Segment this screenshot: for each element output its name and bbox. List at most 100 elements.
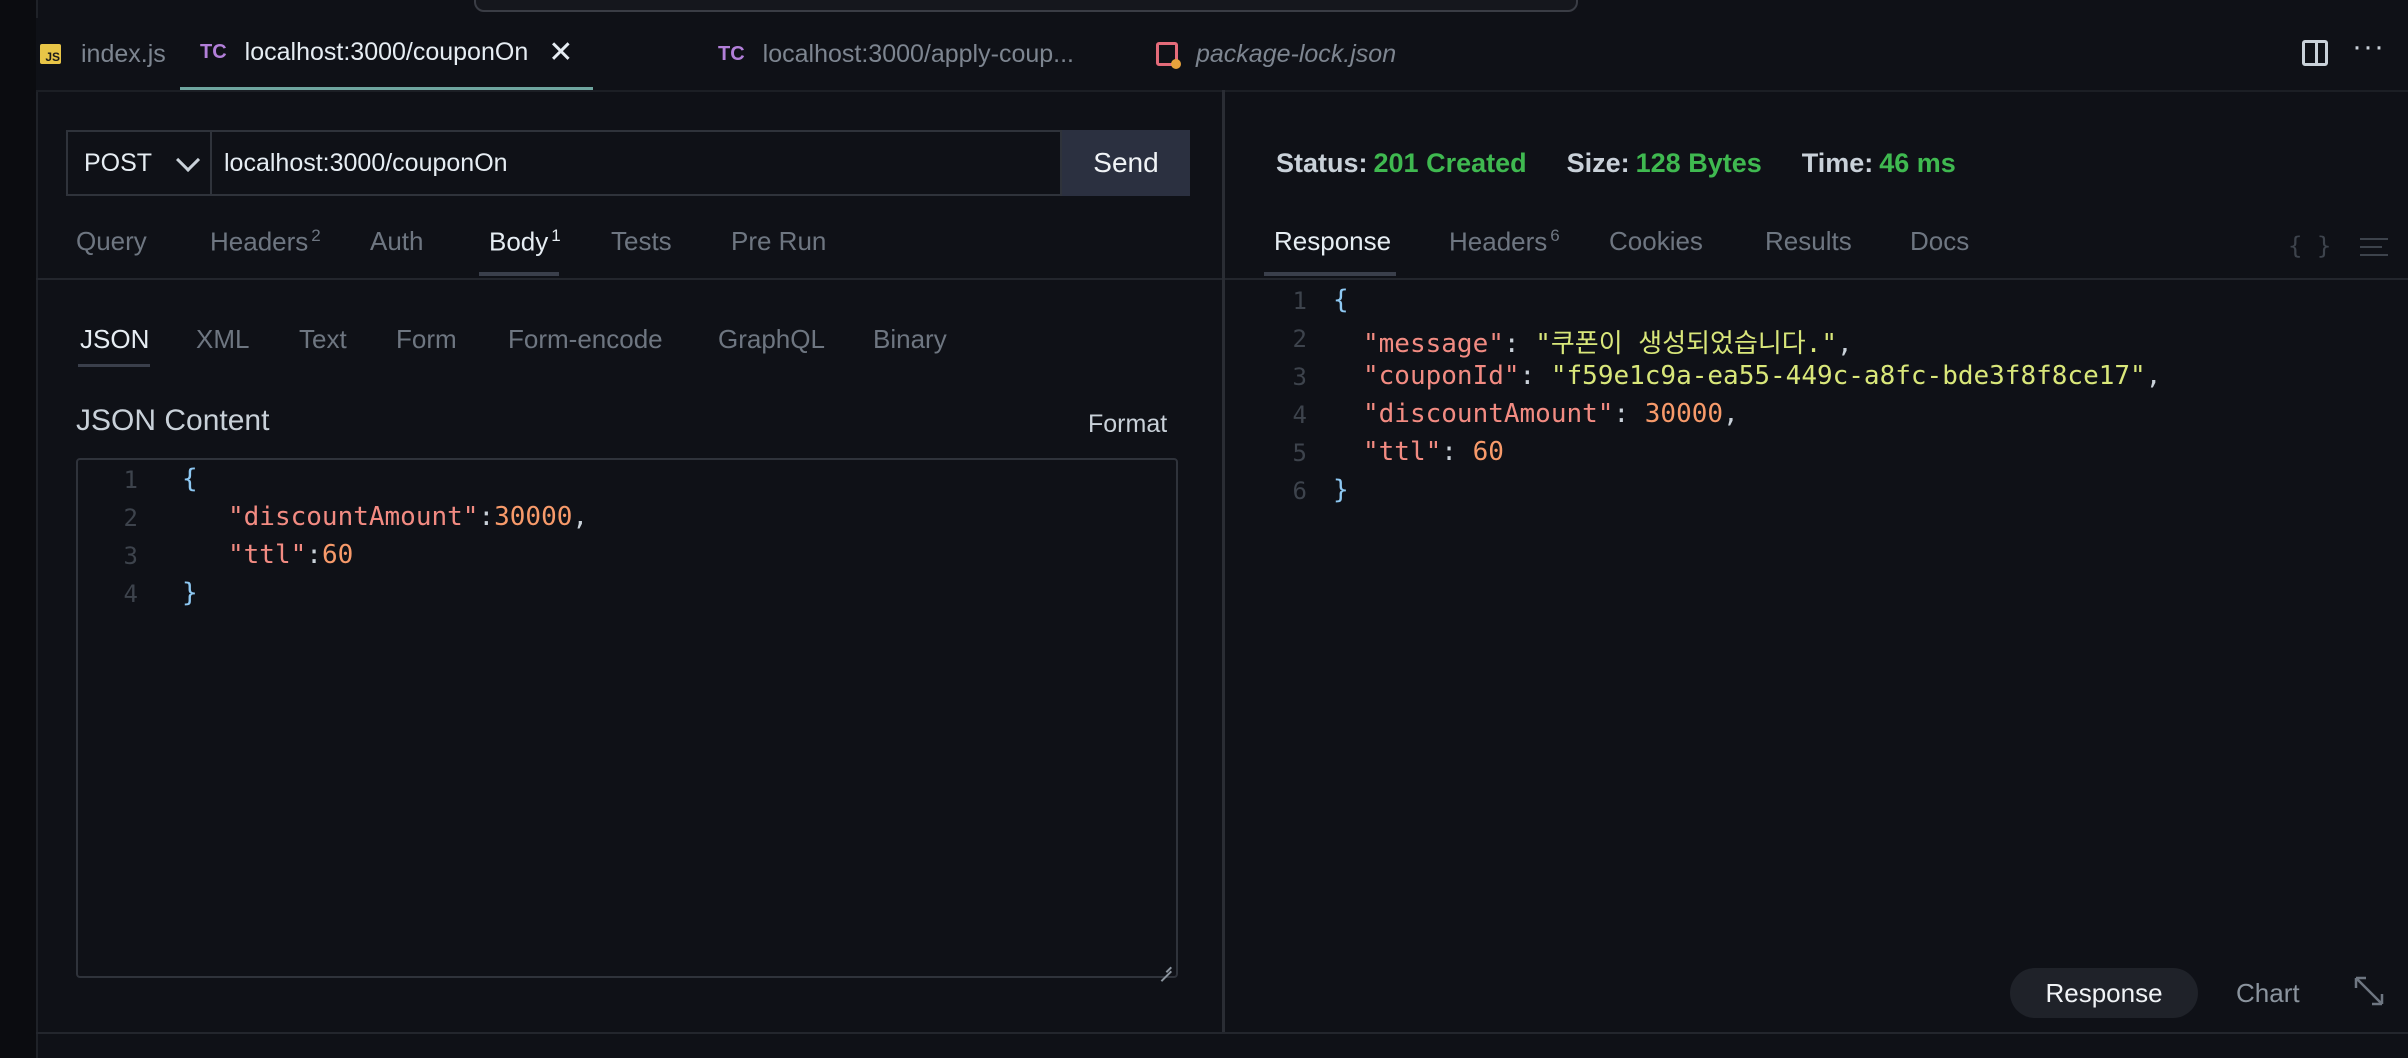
tab-tests[interactable]: Tests — [611, 226, 672, 257]
chevron-down-icon — [176, 147, 201, 172]
tab-cookies[interactable]: Cookies — [1609, 226, 1703, 257]
response-status-line: Status: 201 Created Size: 128 Bytes Time: 4… — [1276, 148, 1996, 179]
status-label: Status: — [1276, 148, 1368, 178]
package-json-icon — [1156, 42, 1181, 69]
body-tab-xml[interactable]: XML — [196, 324, 249, 355]
activity-bar — [0, 0, 38, 1058]
tab-results[interactable]: Results — [1765, 226, 1852, 257]
line-number: 2 — [1292, 325, 1307, 353]
tab-pre-run-label: Pre Run — [731, 226, 827, 256]
code-line: "discountAmount":30000, — [228, 502, 589, 532]
code-line: "couponId": "f59e1c9a-ea55-449c-a8fc-bde… — [1363, 361, 2162, 391]
code-line: "message": "쿠폰이 생성되었습니다.", — [1363, 329, 1853, 359]
code-line: } — [182, 578, 198, 608]
json-value: "f59e1c9a-ea55-449c-a8fc-bde3f8f8ce17" — [1550, 361, 2146, 391]
tab-label: index.js — [81, 39, 166, 68]
close-icon[interactable]: ✕ — [548, 35, 573, 70]
brace: } — [182, 578, 198, 608]
body-tab-json[interactable]: JSON — [80, 324, 149, 355]
tab-apply-coupon[interactable]: TC localhost:3000/apply-coup... — [718, 18, 1074, 90]
body-tab-binary[interactable]: Binary — [873, 324, 947, 355]
tab-couponOn[interactable]: TC localhost:3000/couponOn ✕ — [180, 18, 594, 90]
time-label: Time: — [1801, 148, 1874, 178]
tab-tests-label: Tests — [611, 226, 672, 256]
tab-body-label: Body — [489, 226, 549, 257]
code-line: "ttl":60 — [228, 540, 354, 570]
tab-pre-run[interactable]: Pre Run — [731, 226, 826, 257]
line-number: 2 — [123, 504, 138, 532]
send-button[interactable]: Send — [1062, 130, 1190, 196]
divider — [1225, 278, 2408, 280]
split-editor-icon[interactable] — [2302, 40, 2328, 66]
tab-results-label: Results — [1765, 226, 1852, 256]
code-line: "discountAmount": 30000, — [1363, 399, 1739, 429]
body-tab-form-encode[interactable]: Form-encode — [508, 324, 663, 355]
tab-body[interactable]: Body 1 — [489, 226, 561, 258]
tab-label: package-lock.json — [1196, 39, 1397, 68]
tab-docs-label: Docs — [1910, 226, 1970, 256]
active-tab-indicator — [479, 272, 559, 276]
json-value: 60 — [1472, 437, 1504, 467]
method-select[interactable]: POST — [66, 130, 210, 196]
headers-count-badge: 6 — [1550, 226, 1560, 245]
tab-index-js[interactable]: JS index.js — [40, 18, 166, 90]
active-tab-indicator — [1264, 272, 1396, 276]
format-button[interactable]: Format — [1088, 410, 1167, 439]
body-tab-graphql[interactable]: GraphQL — [718, 324, 825, 355]
json-value: 30000 — [494, 502, 573, 532]
tab-docs[interactable]: Docs — [1910, 226, 1969, 257]
json-key: "couponId" — [1363, 361, 1520, 391]
status-value: 201 Created — [1373, 148, 1527, 178]
response-view-toggle[interactable]: Response — [2010, 968, 2198, 1018]
tab-response[interactable]: Response — [1274, 226, 1391, 257]
json-value: 30000 — [1644, 399, 1724, 429]
body-tab-form[interactable]: Form — [396, 324, 457, 355]
response-body-viewer[interactable]: 1 2 3 4 5 6 { "message": "쿠폰이 생성되었습니다.",… — [1225, 282, 2408, 962]
command-center[interactable] — [474, 0, 1578, 12]
tab-label: localhost:3000/apply-coup... — [762, 39, 1074, 68]
top-strip — [0, 0, 2408, 18]
headers-count-badge: 2 — [311, 226, 321, 245]
brace: } — [1333, 475, 1349, 505]
braces-icon[interactable]: { } — [2288, 232, 2331, 260]
code-line: { — [182, 464, 198, 494]
json-value: "쿠폰이 생성되었습니다." — [1535, 329, 1838, 359]
json-key: "discountAmount" — [1363, 399, 1614, 429]
tab-response-headers[interactable]: Headers 6 — [1449, 226, 1560, 258]
active-tab-indicator — [78, 364, 150, 367]
line-number: 3 — [123, 542, 138, 570]
tab-cookies-label: Cookies — [1609, 226, 1703, 256]
code-line: "ttl": 60 — [1363, 437, 1504, 467]
tab-headers[interactable]: Headers 2 — [210, 226, 321, 258]
line-number: 1 — [123, 466, 138, 494]
body-tab-text[interactable]: Text — [299, 324, 347, 355]
tab-query-label: Query — [76, 226, 147, 256]
tab-response-label: Response — [1274, 226, 1392, 256]
line-number: 5 — [1292, 439, 1307, 467]
tab-headers-label: Headers — [210, 226, 309, 257]
time-value: 46 ms — [1879, 148, 1956, 178]
expand-icon[interactable] — [2352, 974, 2386, 1008]
json-content-title: JSON Content — [76, 404, 270, 437]
method-label: POST — [84, 148, 153, 177]
brace: { — [1333, 285, 1349, 315]
json-key: "ttl" — [228, 540, 307, 570]
request-body-editor[interactable]: 1 2 3 4 { "discountAmount":30000, "ttl":… — [76, 458, 1178, 978]
tab-auth[interactable]: Auth — [370, 226, 424, 257]
size-value: 128 Bytes — [1635, 148, 1762, 178]
more-actions-icon[interactable]: ··· — [2352, 30, 2385, 64]
tab-query[interactable]: Query — [76, 226, 147, 257]
tab-package-lock[interactable]: package-lock.json — [1156, 18, 1396, 90]
url-input[interactable] — [210, 130, 1062, 196]
resize-handle-icon[interactable] — [1158, 958, 1172, 972]
divider — [36, 1032, 2408, 1034]
tab-label: localhost:3000/couponOn — [244, 38, 529, 66]
line-number: 4 — [1292, 401, 1307, 429]
thunder-client-icon: TC — [200, 41, 227, 63]
json-key: "discountAmount" — [228, 502, 479, 532]
brace: { — [182, 464, 198, 494]
editor-tab-bar: JS index.js TC localhost:3000/couponOn ✕… — [36, 18, 2408, 92]
line-number: 4 — [123, 580, 138, 608]
chart-view-toggle[interactable]: Chart — [2236, 978, 2300, 1009]
menu-lines-icon[interactable] — [2360, 238, 2388, 262]
